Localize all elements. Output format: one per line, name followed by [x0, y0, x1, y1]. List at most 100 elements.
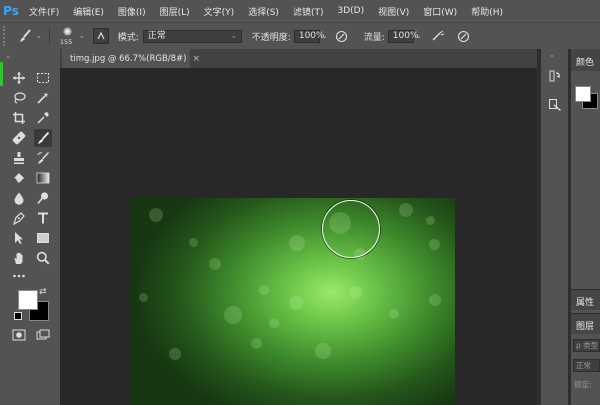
document-tab-title: timg.jpg @ 66.7%(RGB/8#): [70, 53, 187, 64]
panel-icon-strip: «: [541, 49, 568, 405]
eyedropper-icon[interactable]: [34, 109, 52, 127]
grip-handle[interactable]: [3, 26, 13, 46]
document-image[interactable]: [129, 198, 455, 405]
menu-edit[interactable]: 编辑(E): [66, 5, 111, 18]
chevron-down-icon[interactable]: ⌄: [322, 32, 328, 40]
ps-logo: Ps: [3, 4, 19, 18]
brush-preset-icon[interactable]: [15, 26, 35, 46]
gradient-icon[interactable]: [34, 169, 52, 187]
menu-filter[interactable]: 滤镜(T): [286, 5, 331, 18]
eraser-icon[interactable]: [10, 169, 28, 187]
marquee-icon[interactable]: [34, 69, 52, 87]
menu-type[interactable]: 文字(Y): [197, 5, 242, 18]
bokeh-dot: [189, 238, 198, 247]
menu-bar: Ps 文件(F) 编辑(E) 图像(I) 图层(L) 文字(Y) 选择(S) 滤…: [0, 0, 600, 22]
panel-marker: [0, 62, 3, 86]
bokeh-dot: [429, 239, 440, 250]
color-panel-title: 颜色: [576, 58, 595, 68]
brush-panel-icon[interactable]: [92, 28, 109, 44]
foreground-color-swatch[interactable]: [18, 290, 38, 310]
mode-select[interactable]: 正常 ⌄: [142, 29, 242, 43]
bokeh-dot: [209, 258, 221, 270]
bokeh-dot: [269, 318, 279, 328]
layer-lock-label: 锁定:: [574, 380, 592, 389]
menu-window[interactable]: 窗口(W): [416, 5, 464, 18]
menu-image[interactable]: 图像(I): [111, 5, 153, 18]
bokeh-dot: [315, 343, 331, 359]
properties-panel-header[interactable]: 属性: [571, 289, 600, 310]
pressure-size-icon[interactable]: [456, 28, 472, 44]
bokeh-dot: [429, 294, 441, 306]
tools-panel: » ⇄: [0, 49, 60, 405]
bokeh-dot: [289, 235, 305, 251]
bokeh-dot: [251, 338, 262, 349]
chevron-down-icon[interactable]: ⌄: [79, 32, 85, 40]
pressure-opacity-icon[interactable]: [334, 28, 350, 44]
magic-wand-icon[interactable]: [34, 89, 52, 107]
airbrush-icon[interactable]: [430, 28, 446, 44]
flow-label: 流量:: [363, 32, 385, 43]
separator: [48, 27, 50, 45]
chevron-down-icon[interactable]: ⌄: [416, 32, 422, 40]
canvas-area[interactable]: [60, 68, 537, 405]
dodge-icon[interactable]: [34, 189, 52, 207]
brush-cursor: [322, 200, 380, 258]
history-brush-icon[interactable]: [34, 149, 52, 167]
collapse-icon[interactable]: «: [550, 52, 554, 60]
rectangle-icon[interactable]: [34, 229, 52, 247]
document-tab[interactable]: timg.jpg @ 66.7%(RGB/8#) ×: [62, 49, 200, 68]
bokeh-dot: [149, 208, 163, 222]
menu-help[interactable]: 帮助(H): [464, 5, 510, 18]
chevron-down-icon[interactable]: ⌄: [36, 32, 42, 40]
layer-filter-input[interactable]: ρ 类型: [573, 339, 600, 352]
brush-size-picker[interactable]: 155: [57, 24, 79, 48]
opacity-field[interactable]: 100%: [293, 29, 325, 43]
chevron-down-icon: ⌄: [230, 31, 237, 40]
crop-icon[interactable]: [10, 109, 28, 127]
properties-panel-title: 属性: [576, 298, 595, 308]
history-panel-icon[interactable]: [544, 65, 565, 86]
type-icon[interactable]: [34, 209, 52, 227]
hand-icon[interactable]: [10, 249, 28, 267]
menu-3d[interactable]: 3D(D): [330, 6, 371, 16]
stamp-icon[interactable]: [10, 149, 28, 167]
properties-panel-icon[interactable]: [544, 94, 565, 115]
bokeh-dot: [259, 285, 269, 295]
brush-tip-icon: [62, 27, 72, 36]
bokeh-dot: [399, 203, 413, 217]
flow-field[interactable]: 100%: [387, 29, 419, 43]
bokeh-dot: [224, 306, 242, 324]
quick-mask-icon[interactable]: [10, 326, 28, 344]
bokeh-dot: [169, 348, 181, 360]
zoom-icon[interactable]: [34, 249, 52, 267]
blur-icon[interactable]: [10, 189, 28, 207]
collapse-icon[interactable]: »: [6, 53, 10, 61]
default-colors-icon[interactable]: [14, 312, 22, 320]
mode-value: 正常: [147, 30, 166, 41]
move-icon[interactable]: [10, 69, 28, 87]
more-icon[interactable]: [10, 267, 28, 285]
opacity-label: 不透明度:: [251, 32, 291, 43]
layer-blend-mode-select[interactable]: 正常: [573, 359, 600, 372]
brush-size-value: 155: [59, 38, 73, 46]
menu-layer[interactable]: 图层(L): [153, 5, 197, 18]
color-panel-header[interactable]: 颜色: [571, 49, 600, 71]
swap-colors-icon[interactable]: ⇄: [39, 287, 47, 297]
pen-icon[interactable]: [10, 209, 28, 227]
menu-select[interactable]: 选择(S): [241, 5, 286, 18]
menu-view[interactable]: 视图(V): [371, 5, 416, 18]
opacity-value: 100%: [298, 30, 325, 41]
path-select-icon[interactable]: [10, 229, 28, 247]
foreground-color-swatch[interactable]: [575, 86, 591, 102]
menu-file[interactable]: 文件(F): [22, 5, 66, 18]
bokeh-dot: [389, 309, 399, 319]
screen-mode-icon[interactable]: [34, 326, 52, 344]
healing-icon[interactable]: [10, 129, 28, 147]
right-panels: 颜色 属性 图层 ρ 类型 正常 锁定:: [571, 49, 600, 405]
brush-icon[interactable]: [34, 129, 52, 147]
mode-label: 模式:: [117, 32, 139, 43]
layers-panel-header[interactable]: 图层: [571, 313, 600, 334]
close-icon[interactable]: ×: [192, 54, 200, 64]
options-bar: ⌄ 155 ⌄ 模式: 正常 ⌄ 不透明度: 100% ⌄ 流量: 100% ⌄: [0, 22, 600, 50]
lasso-icon[interactable]: [10, 89, 28, 107]
